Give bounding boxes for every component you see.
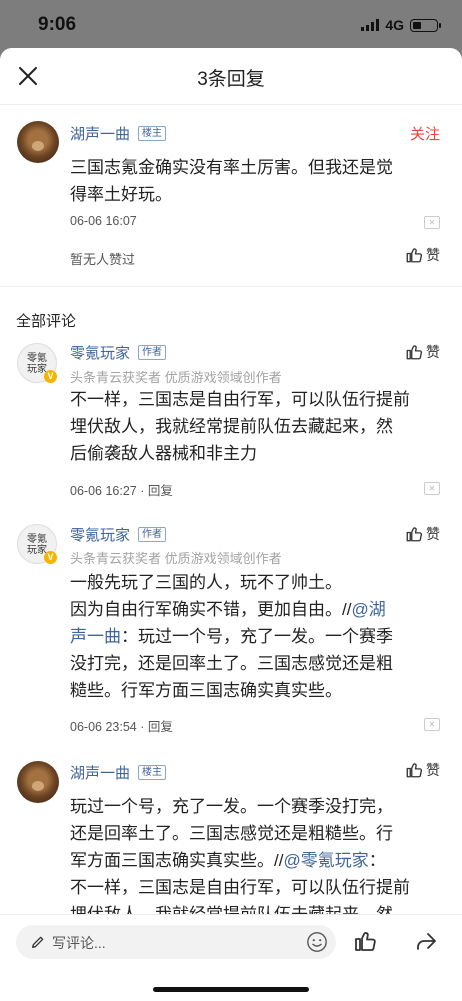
share-icon[interactable] (414, 929, 438, 953)
comment-line: 三国志氪金确实没有率土厉害。但我还是觉 (70, 158, 393, 177)
avatar-text: 零氪玩家 (27, 353, 47, 375)
comment-line: 一般先玩了三国的人，玩不了帅土。 (70, 573, 342, 592)
comment-text: 不一样，三国志是自由行军，可以队伍行提前 埋伏敌人，我就经常提前队伍去藏起来，然… (70, 386, 455, 467)
comment-line: 声一曲：玩过一个号，充了一发。一个赛季 (70, 623, 455, 650)
author-badge: 作者 (138, 345, 166, 360)
network-label: 4G (385, 17, 404, 33)
battery-icon (410, 18, 441, 32)
comment-line: 军方面三国志确实真实些。//@零氪玩家： (70, 847, 455, 874)
like-button[interactable]: 赞 (405, 342, 440, 362)
author-subtitle: 头条青云获奖者 优质游戏领域创作者 (70, 551, 282, 566)
comment-line: 得率土好玩。 (70, 185, 172, 204)
like-label: 赞 (426, 526, 440, 542)
like-label: 赞 (426, 344, 440, 360)
signal-icon (361, 19, 380, 31)
author-name[interactable]: 零氪玩家 (70, 342, 130, 363)
sheet-header: 3条回复 (0, 48, 462, 105)
like-button[interactable]: 赞 (405, 524, 440, 544)
author-name[interactable]: 湖声一曲 (70, 762, 130, 783)
comment-line: 玩过一个号，充了一发。一个赛季没打完， (70, 797, 393, 816)
text-span: 因为自由行军确实不错，更加自由。// (70, 600, 352, 619)
thumbs-up-icon (406, 527, 423, 542)
like-button[interactable]: 赞 (405, 245, 440, 265)
avatar[interactable] (17, 761, 59, 803)
text-span: ： (368, 851, 386, 870)
like-label: 赞 (426, 247, 440, 263)
status-icons: 4G (361, 17, 441, 33)
verified-icon: V (44, 370, 57, 383)
dismiss-icon[interactable]: ✕ (424, 216, 440, 229)
mention-link[interactable]: @零氪玩家 (283, 851, 368, 870)
author-name[interactable]: 零氪玩家 (70, 524, 130, 545)
sheet-title: 3条回复 (197, 69, 265, 90)
mention-link[interactable]: @湖 (351, 600, 385, 619)
comment-input[interactable]: 写评论... (16, 925, 336, 959)
comment-line: 因为自由行军确实不错，更加自由。//@湖 (70, 596, 455, 623)
author-name[interactable]: 湖声一曲 (70, 123, 130, 144)
verified-icon: V (44, 551, 57, 564)
comment-placeholder: 写评论... (52, 935, 106, 951)
clock: 9:06 (38, 14, 77, 35)
text-span: ：玩过一个号，充了一发。一个赛季 (121, 627, 393, 646)
status-bar: 9:06 4G (0, 0, 462, 48)
comment-line: 埋伏敌人，我就经常提前队伍去藏起来，然 (70, 417, 393, 436)
home-indicator (153, 987, 309, 992)
comment-line: 还是回率土了。三国志感觉还是粗糙些。行 (70, 824, 393, 843)
reply-meta[interactable]: 06-06 16:27 · 回复 (70, 480, 173, 499)
dismiss-icon[interactable]: ✕ (424, 718, 440, 731)
author-badge: 作者 (138, 527, 166, 542)
thumbs-up-icon (406, 763, 423, 778)
comment-line: 后偷袭敌人器械和非主力 (70, 444, 257, 463)
comment-timestamp: 06-06 16:07 (70, 214, 137, 228)
text-span: 军方面三国志确实真实些。// (70, 851, 284, 870)
thumbs-up-icon (406, 248, 423, 263)
avatar-text: 零氪玩家 (27, 534, 47, 556)
thumbs-up-icon (406, 345, 423, 360)
divider (0, 286, 462, 297)
op-badge: 楼主 (138, 765, 166, 780)
like-label: 赞 (426, 762, 440, 778)
author-subtitle: 头条青云获奖者 优质游戏领域创作者 (70, 370, 282, 385)
comment-line: 不一样，三国志是自由行军，可以队伍行提前 (70, 878, 410, 897)
replies-sheet: 3条回复 湖声一曲 楼主 关注 三国志氪金确实没有率土厉害。但我还是觉 得率土好… (0, 48, 462, 1001)
dismiss-icon[interactable]: ✕ (424, 482, 440, 495)
section-title: 全部评论 (16, 313, 77, 330)
follow-button[interactable]: 关注 (410, 123, 440, 144)
op-badge: 楼主 (138, 126, 166, 141)
comment-line: 不一样，三国志是自由行军，可以队伍行提前 (70, 390, 410, 409)
mention-link[interactable]: 声一曲 (70, 627, 121, 646)
pencil-icon (31, 936, 44, 948)
comment-text: 三国志氪金确实没有率土厉害。但我还是觉 得率土好玩。 (70, 154, 450, 208)
avatar[interactable] (17, 121, 59, 163)
comment-line: 没打完，还是回率土了。三国志感觉还是粗 (70, 654, 393, 673)
bottom-action-bar: 写评论... (0, 914, 462, 1001)
thumbs-up-icon[interactable] (353, 929, 377, 953)
like-button[interactable]: 赞 (405, 760, 440, 780)
comment-text: 一般先玩了三国的人，玩不了帅土。 因为自由行军确实不错，更加自由。//@湖 声一… (70, 569, 455, 704)
emoji-icon[interactable] (306, 931, 328, 953)
reply-meta[interactable]: 06-06 23:54 · 回复 (70, 716, 173, 735)
comment-line: 糙些。行军方面三国志确实真实些。 (70, 681, 342, 700)
likes-summary: 暂无人赞过 (70, 252, 136, 267)
comment-text: 玩过一个号，充了一发。一个赛季没打完， 还是回率土了。三国志感觉还是粗糙些。行 … (70, 793, 455, 928)
